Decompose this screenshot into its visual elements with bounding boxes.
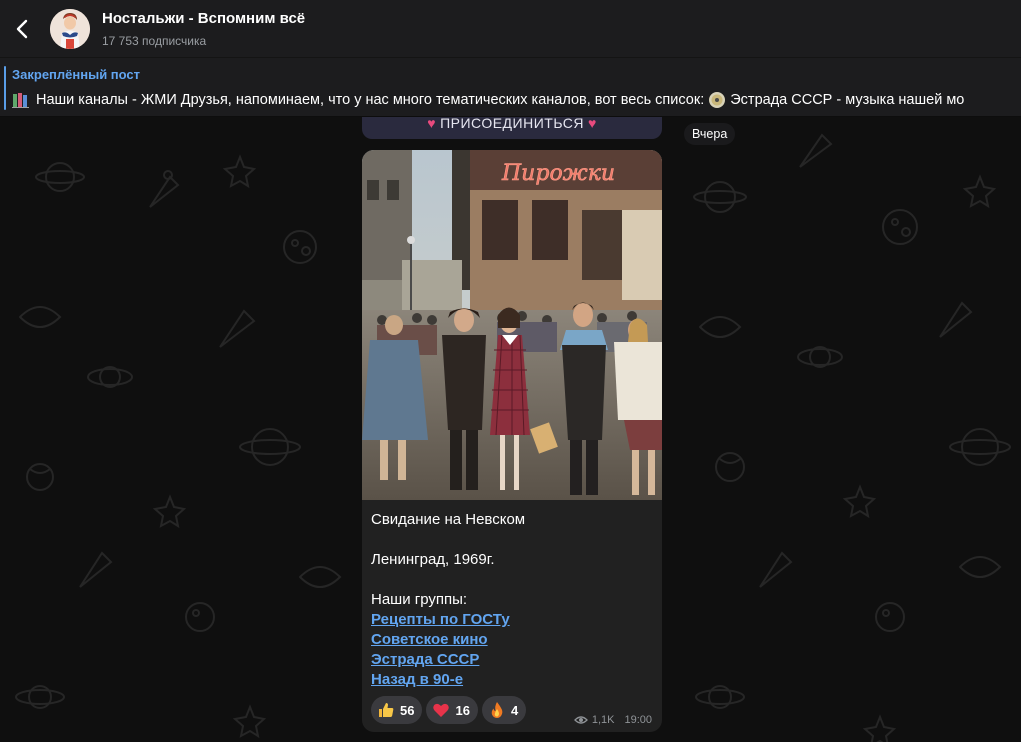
street-photo-image: Пирожки <box>362 150 662 500</box>
message-meta: 1,1K 19:00 <box>573 714 652 726</box>
reactions-row: 56 16 4 <box>371 696 527 724</box>
fire-icon <box>491 702 503 718</box>
message-text: Свидание на Невском Ленинград, 1969г. На… <box>371 510 653 690</box>
subscriber-count: 17 753 подписчика <box>102 33 207 48</box>
reaction-count: 56 <box>400 702 415 718</box>
date-chip: Вчера <box>684 123 736 145</box>
pinned-label: Закреплённый пост <box>12 67 141 82</box>
pinned-text: Наши каналы - ЖМИ Друзья, напоминаем, чт… <box>12 91 1021 109</box>
chat-header: Ностальжи - Вспомним всё 17 753 подписчи… <box>0 0 1021 58</box>
heart-icon: ♥ <box>587 117 597 131</box>
reaction-fire[interactable]: 4 <box>481 696 527 724</box>
books-icon <box>12 93 29 108</box>
reaction-heart[interactable]: 16 <box>426 696 478 724</box>
message-line-location: Ленинград, 1969г. <box>371 551 495 568</box>
channel-title[interactable]: Ностальжи - Вспомним всё <box>102 9 305 29</box>
pinned-message-bar[interactable]: Закреплённый пост Наши каналы - ЖМИ Друз… <box>0 58 1021 117</box>
pinned-text-part1: Наши каналы - ЖМИ Друзья, напоминаем, чт… <box>36 92 705 108</box>
back-button[interactable] <box>0 0 44 58</box>
pinned-text-part2: Эстрада СССР - музыка нашей мо <box>730 92 965 108</box>
join-button[interactable]: ♥ ПРИСОЕДИНИТЬСЯ ♥ <box>362 117 662 139</box>
chevron-left-icon <box>16 19 28 38</box>
groups-label: Наши группы: <box>371 591 468 608</box>
link-recipes[interactable]: Рецепты по ГОСТу <box>371 610 653 630</box>
join-label: ПРИСОЕДИНИТЬСЯ <box>440 117 584 131</box>
view-count: 1,1K <box>591 714 615 726</box>
eye-icon <box>573 716 588 724</box>
thumbs-up-icon <box>379 703 394 717</box>
link-back-to-90s[interactable]: Назад в 90-е <box>371 670 653 690</box>
chat-area[interactable]: ♥ ПРИСОЕДИНИТЬСЯ ♥ Вчера Пирожки Свидани… <box>0 117 1021 742</box>
disc-icon <box>709 92 726 108</box>
message-bubble[interactable]: Пирожки Свидание на Невском Ленинград, 1… <box>362 150 662 732</box>
channel-avatar[interactable] <box>50 8 90 49</box>
reaction-thumbs-up[interactable]: 56 <box>371 696 423 724</box>
link-estrada[interactable]: Эстрада СССР <box>371 650 653 670</box>
heart-icon <box>433 703 450 717</box>
pinned-accent-bar <box>4 66 6 110</box>
reaction-count: 16 <box>455 702 470 718</box>
pinup-girl-avatar-icon <box>50 8 90 49</box>
svg-text:Пирожки: Пирожки <box>501 161 615 186</box>
heart-icon: ♥ <box>427 117 437 131</box>
message-time: 19:00 <box>624 714 652 726</box>
message-line-title: Свидание на Невском <box>371 511 526 528</box>
link-soviet-cinema[interactable]: Советское кино <box>371 630 653 650</box>
reaction-count: 4 <box>510 702 519 718</box>
message-photo[interactable]: Пирожки <box>362 150 662 500</box>
